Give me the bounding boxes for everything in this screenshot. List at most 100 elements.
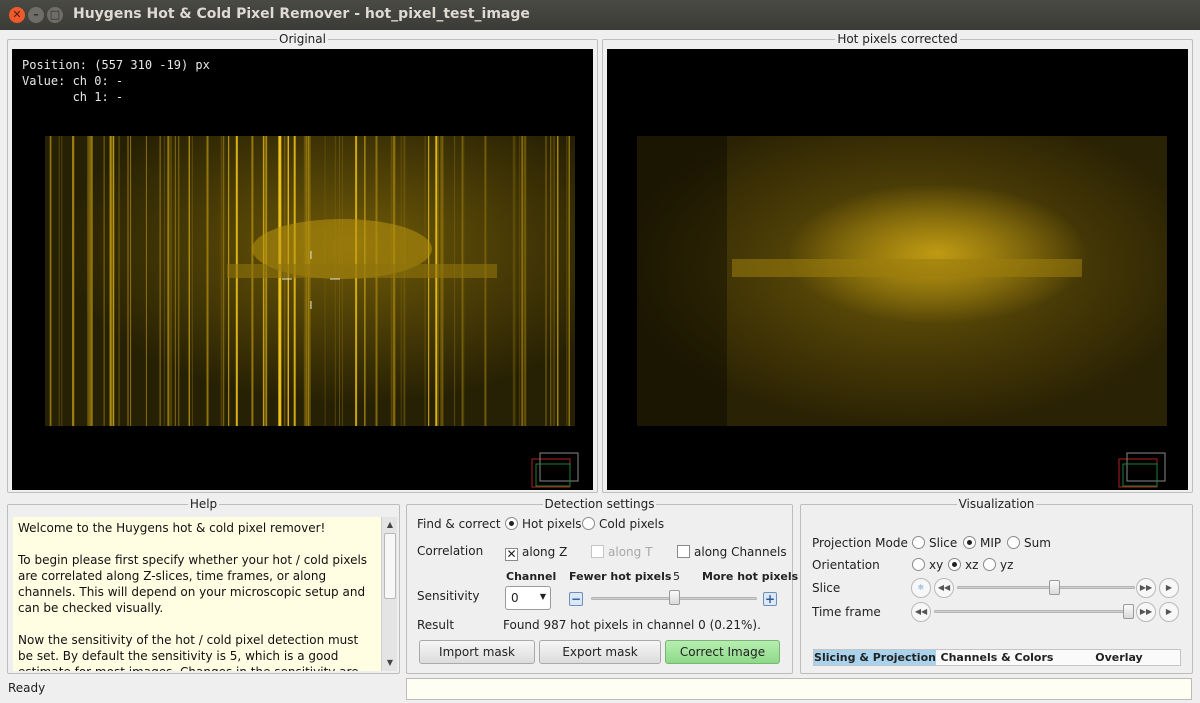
hot-pixel-stripe <box>223 136 225 426</box>
slice-slider-thumb[interactable] <box>1048 580 1060 595</box>
orientation-yz-radio[interactable]: yz <box>983 558 1013 572</box>
orientation-xy-radio[interactable]: xy <box>912 558 943 572</box>
hot-pixel-stripe <box>263 136 265 426</box>
orientation-cube-icon <box>531 452 579 488</box>
maximize-icon[interactable]: □ <box>47 7 63 23</box>
projection-slice-radio[interactable]: Slice <box>912 536 957 550</box>
decrease-sensitivity-button[interactable]: − <box>569 592 583 606</box>
chevron-down-icon: ▼ <box>539 592 546 601</box>
hot-pixel-stripe <box>355 136 358 426</box>
hot-pixel-stripe <box>303 136 306 426</box>
help-scrollbar[interactable]: ▲ ▼ <box>381 517 397 671</box>
hot-pixel-stripe <box>220 136 223 426</box>
hot-pixel-stripe <box>569 136 570 426</box>
sensitivity-label: Sensitivity <box>417 589 480 603</box>
radio-indicator <box>505 517 518 530</box>
time-frame-label: Time frame <box>812 605 881 619</box>
step-forward-icon[interactable]: ▶ <box>1159 602 1179 622</box>
hot-pixel-stripe <box>266 136 268 426</box>
rewind-icon[interactable]: ◀◀ <box>911 602 931 622</box>
original-panel: Original Position: (557 310 -19) px Valu… <box>7 32 598 493</box>
radio-indicator <box>963 536 976 549</box>
tab-channels-colors[interactable]: Channels & Colors <box>936 650 1058 665</box>
slice-label: Slice <box>812 581 841 595</box>
close-icon[interactable]: ✕ <box>9 7 25 23</box>
time-frame-slider-track[interactable] <box>934 610 1134 613</box>
hot-pixels-radio[interactable]: Hot pixels <box>505 517 582 531</box>
sensitivity-value: 5 <box>673 570 680 583</box>
time-frame-slider-thumb[interactable] <box>1123 604 1134 619</box>
correct-image-button[interactable]: Correct Image <box>665 640 780 664</box>
hot-pixel-stripe <box>525 136 527 426</box>
projection-sum-radio[interactable]: Sum <box>1007 536 1051 550</box>
help-text[interactable]: Welcome to the Huygens hot & cold pixel … <box>13 517 381 671</box>
channel-select[interactable]: 0 ▼ <box>505 586 551 610</box>
hot-pixel-stripe <box>521 136 524 426</box>
slice-slider-track[interactable] <box>957 586 1135 589</box>
hot-pixel-stripe <box>88 136 89 426</box>
minimize-icon[interactable]: – <box>28 7 44 23</box>
help-panel: Help Welcome to the Huygens hot & cold p… <box>7 497 400 674</box>
hot-pixel-stripe <box>524 136 526 426</box>
fast-forward-icon[interactable]: ▶▶ <box>1136 602 1156 622</box>
hot-pixel-stripe <box>103 136 105 426</box>
hot-pixel-stripe <box>58 136 60 426</box>
scroll-thumb[interactable] <box>384 533 396 599</box>
hot-pixel-stripe <box>436 136 438 426</box>
hot-pixel-stripe <box>73 136 75 426</box>
help-panel-title: Help <box>187 497 220 511</box>
find-correct-label: Find & correct <box>417 517 501 531</box>
corrected-panel-title: Hot pixels corrected <box>835 32 960 46</box>
help-paragraph: Now the sensitivity of the hot / cold pi… <box>18 633 359 671</box>
help-paragraph: To begin please first specify whether yo… <box>18 553 368 615</box>
visualization-title: Visualization <box>956 497 1037 511</box>
hot-pixel-stripe <box>91 136 93 426</box>
cold-pixels-radio[interactable]: Cold pixels <box>582 517 664 531</box>
corrected-image-view[interactable] <box>607 49 1188 490</box>
hot-pixel-stripe <box>113 136 115 426</box>
hot-pixel-stripe <box>61 136 63 426</box>
channel-header: Channel <box>506 570 557 583</box>
hot-pixel-stripe <box>341 136 343 426</box>
hot-pixel-stripe <box>390 136 393 426</box>
fast-forward-icon[interactable]: ▶▶ <box>1136 578 1156 598</box>
hot-pixel-stripe <box>454 136 456 426</box>
import-mask-button[interactable]: Import mask <box>419 640 535 664</box>
radio-indicator <box>912 536 925 549</box>
export-mask-button[interactable]: Export mask <box>539 640 661 664</box>
hot-pixel-stripe <box>394 136 396 426</box>
hot-pixel-stripe <box>566 136 568 426</box>
scroll-up-icon[interactable]: ▲ <box>383 518 397 532</box>
step-forward-icon[interactable]: ▶ <box>1159 578 1179 598</box>
along-z-checkbox[interactable]: ✕ along Z <box>505 545 567 561</box>
hot-pixel-stripe <box>512 136 514 426</box>
orientation-label: Orientation <box>812 558 880 572</box>
corrected-panel: Hot pixels corrected <box>602 32 1193 493</box>
radio-indicator <box>912 558 925 571</box>
radio-indicator <box>1007 536 1020 549</box>
hot-pixel-stripe <box>553 136 555 426</box>
tab-overlay[interactable]: Overlay <box>1058 650 1180 665</box>
orientation-xz-radio[interactable]: xz <box>948 558 978 572</box>
hot-pixel-stripe <box>400 136 402 426</box>
hot-pixel-stripe <box>424 136 426 426</box>
checkbox-indicator <box>591 545 604 558</box>
hot-pixel-stripe <box>463 136 465 426</box>
hot-pixel-stripe <box>280 136 282 426</box>
rewind-icon[interactable]: ◀◀ <box>934 578 954 598</box>
window-title: Huygens Hot & Cold Pixel Remover - hot_p… <box>73 6 530 22</box>
original-image-view[interactable]: Position: (557 310 -19) px Value: ch 0: -… <box>12 49 593 490</box>
hot-pixel-stripe <box>288 136 289 426</box>
projection-mip-radio[interactable]: MIP <box>963 536 1001 550</box>
snowflake-icon[interactable]: ❄ <box>911 578 931 598</box>
tab-slicing-projection[interactable]: Slicing & Projection <box>814 650 936 665</box>
along-channels-checkbox[interactable]: along Channels <box>677 545 787 559</box>
sensitivity-slider-thumb[interactable] <box>668 590 680 605</box>
increase-sensitivity-button[interactable]: + <box>763 592 777 606</box>
hot-pixel-stripe <box>251 136 254 426</box>
correlation-label: Correlation <box>417 544 484 558</box>
hot-pixel-stripe <box>130 136 132 426</box>
hot-pixel-stripe <box>159 136 161 426</box>
hot-pixel-stripe <box>168 136 170 426</box>
scroll-down-icon[interactable]: ▼ <box>383 656 397 670</box>
